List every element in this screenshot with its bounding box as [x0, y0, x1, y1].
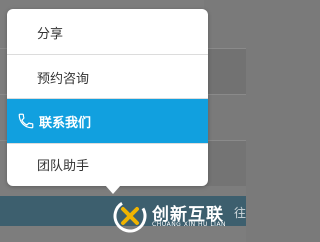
logo-text-en: CHUANG XIN HU LIAN	[152, 221, 227, 228]
menu-item-label: 联系我们	[39, 115, 92, 131]
menu-item-label: 团队助手	[37, 159, 90, 174]
background-panel	[204, 140, 246, 186]
phone-icon	[17, 112, 35, 130]
menu-item-contact-us[interactable]: 联系我们	[7, 99, 208, 143]
background-panel	[204, 94, 246, 140]
menu-item-share[interactable]: 分享	[7, 9, 208, 55]
background-panel	[204, 48, 246, 94]
menu-item-label: 预约咨询	[37, 71, 90, 87]
background-panel	[204, 0, 246, 48]
menu-item-team-assistant[interactable]: 团队助手	[7, 143, 208, 186]
menu-item-label: 分享	[37, 26, 64, 42]
watermark-logo: 创新互联 CHUANG XIN HU LIAN	[112, 196, 246, 236]
menu-item-appointment[interactable]: 预约咨询	[7, 55, 208, 99]
share-popup-menu: 分享 预约咨询 联系我们 团队助手	[7, 9, 208, 194]
popup-pointer-arrow	[105, 185, 121, 194]
logo-mark-icon	[113, 199, 147, 233]
